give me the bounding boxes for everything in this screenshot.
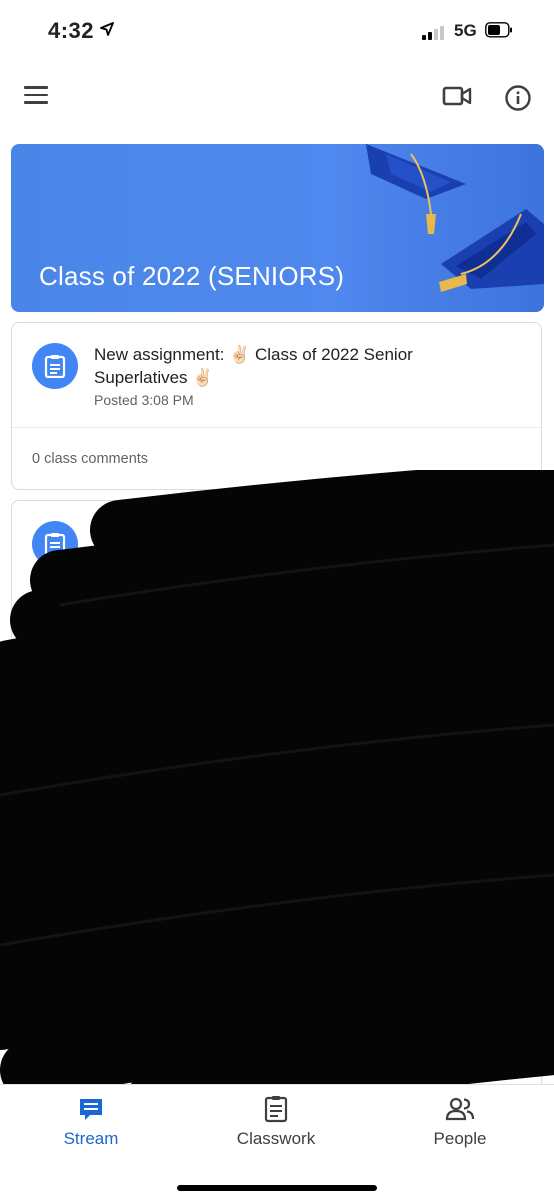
home-indicator[interactable]	[177, 1185, 377, 1191]
divider	[12, 427, 541, 428]
status-bar: 4:32 5G	[0, 0, 554, 62]
class-comments-link[interactable]: 0 class comments	[32, 451, 148, 467]
nav-classwork[interactable]: Classwork	[201, 1095, 351, 1149]
class-banner[interactable]: Class of 2022 (SENIORS)	[11, 144, 544, 312]
top-app-bar	[0, 70, 554, 126]
info-icon[interactable]	[504, 84, 532, 112]
status-time: 4:32	[48, 18, 95, 43]
assignment-icon	[32, 343, 78, 389]
battery-icon	[485, 22, 512, 38]
graduation-cap-icon	[439, 209, 544, 292]
nav-classwork-label: Classwork	[236, 1129, 316, 1148]
stream-icon	[80, 1099, 102, 1120]
redaction-scribble	[0, 470, 554, 1110]
nav-people-label: People	[433, 1129, 487, 1148]
location-arrow-icon	[100, 22, 114, 36]
menu-icon[interactable]	[24, 86, 48, 106]
nav-stream-label: Stream	[63, 1129, 119, 1148]
people-icon	[445, 1097, 475, 1121]
post-title: New assignment: ✌🏻 Class of 2022 Senior …	[94, 345, 413, 387]
network-type: 5G	[454, 21, 477, 40]
signal-icon	[422, 24, 448, 40]
nav-people[interactable]: People	[385, 1095, 535, 1149]
nav-stream[interactable]: Stream	[16, 1095, 166, 1149]
video-camera-icon[interactable]	[442, 84, 472, 108]
class-title: Class of 2022 (SENIORS)	[39, 261, 345, 291]
post-card[interactable]: New assignment: ✌🏻 Class of 2022 Senior …	[11, 322, 542, 490]
post-date: Posted 3:08 PM	[94, 392, 194, 408]
classwork-icon	[264, 1096, 288, 1123]
bottom-navigation: Stream Classwork People	[0, 1084, 554, 1201]
